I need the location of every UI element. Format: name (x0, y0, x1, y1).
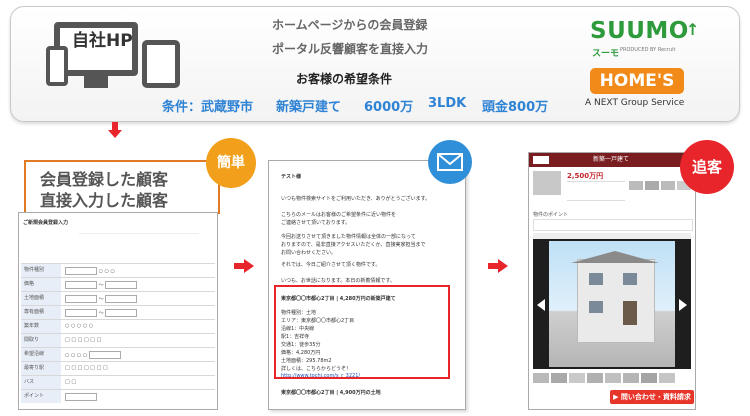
monitor-stand (84, 76, 108, 88)
form-row: 土地面積 〜 (21, 291, 215, 305)
form-row: 価格 〜 (21, 277, 215, 291)
envelope-icon (437, 153, 463, 171)
form-row: 最寄り駅 □ □ □ □ □ □ □ (21, 361, 215, 375)
condition-downpayment: 頭金800万 (482, 100, 549, 115)
cta-arrow-icon: ▶ (613, 393, 621, 401)
form-title: ご新規会員登録入力 (23, 220, 69, 226)
listing-points-label: 物件のポイント (533, 212, 569, 218)
right-arrow-icon (244, 259, 254, 273)
form-input[interactable] (105, 281, 138, 289)
suumo-arrow-icon: ↑ (686, 20, 700, 39)
condition-price: 6000万 (364, 100, 414, 115)
condition-layout: 3LDK (428, 96, 467, 111)
house-photo (549, 241, 675, 367)
listing-photo-strip (629, 181, 691, 201)
listing-thumb (533, 171, 561, 195)
listing-price: 2,500万円 (567, 172, 604, 180)
listing-points-box (533, 219, 693, 231)
email-text: おりますので、是非直接アクセスいただくか、直接実家担当まで (281, 242, 426, 248)
smartphone-icon (46, 46, 68, 86)
registration-form-screenshot: ご新規会員登録入力 物件種別 ○ ○ ○ 価格 〜 土地面積 〜 専有面積 〜 … (18, 212, 218, 410)
form-input[interactable] (105, 295, 138, 303)
condition-type: 新築戸建て (276, 100, 342, 115)
email-text: 今回お送りさせて頂きました物件情報は全体の一部になって (281, 234, 416, 240)
listing-header: 新築一戸建て (529, 153, 695, 167)
house-window (623, 273, 637, 285)
form-row: 希望沿線 ○ ○ ○ ○ (21, 347, 215, 361)
form-input[interactable] (105, 309, 138, 317)
email-text: それでは、今日ご紹介させて頂く物件です。 (281, 262, 381, 268)
down-arrow-stem (112, 122, 118, 130)
registered-customer-box: 会員登録した顧客 直接入力した顧客 (24, 160, 220, 214)
form-notes (79, 233, 199, 248)
form-row: 物件種別 ○ ○ ○ (21, 263, 215, 277)
hp-label: 自社HP (72, 31, 133, 51)
email-highlight-frame (274, 285, 450, 379)
form-input[interactable] (88, 351, 121, 359)
right-arrow-icon (498, 259, 508, 273)
house-door (623, 301, 637, 325)
email-text: お問い合わせください。 (281, 250, 337, 256)
easy-badge: 簡単 (206, 138, 256, 188)
down-arrow-icon (108, 130, 122, 138)
form-row: ポイント (21, 389, 215, 403)
inquiry-button[interactable]: ▶ 問い合わせ・資料請求 (610, 390, 694, 404)
mail-badge (428, 140, 472, 184)
banner-line-1: ホームページからの会員登録 (272, 18, 428, 32)
form-input[interactable] (65, 267, 97, 275)
conditions-title: お客様の希望条件 (296, 72, 393, 86)
follow-up-badge: 追客 (680, 140, 734, 194)
condition-area: 条件：武蔵野市 (162, 100, 254, 115)
listing-header-title: 新築一戸建て (593, 156, 630, 163)
suumo-produced: PRODUCED BY Recruit (620, 47, 676, 53)
form-row: 築年数 ○ ○ ○ ○ ○ (21, 319, 215, 333)
email-greeting: テスト様 (281, 174, 302, 180)
photo-next-icon[interactable] (679, 299, 687, 311)
homes-logo: HOME'S (590, 68, 684, 94)
house-window (589, 301, 603, 313)
photo-prev-icon[interactable] (537, 299, 545, 311)
right-arrow-stem (488, 263, 498, 269)
suumo-logo: SUUMO (590, 18, 689, 44)
right-arrow-stem (234, 263, 244, 269)
form-row: バス □ □ (21, 375, 215, 389)
email-text: こちらのメールはお客様のご希望条件に近い物件を (281, 212, 397, 218)
tablet-icon (142, 40, 180, 88)
inquiry-button-label: 問い合わせ・資料請求 (620, 393, 691, 401)
form-input[interactable] (65, 281, 97, 289)
listing-logo (533, 156, 549, 164)
listing-page-screenshot: 新築一戸建て 2,500万円 物件のポイント (528, 152, 696, 410)
email-text: ご連絡させて頂いております。 (281, 220, 351, 226)
form-input[interactable] (65, 309, 97, 317)
form-input[interactable] (65, 295, 97, 303)
banner-line-2: ポータル反響顧客を直接入力 (272, 42, 429, 56)
suumo-sub: スーモ (592, 49, 620, 59)
listing-spec-table (567, 181, 625, 201)
house-roof (571, 251, 659, 263)
email-footer-listing: 東京都〇〇市都心2丁目 | 4,900万円の土地 (281, 390, 381, 396)
homes-sub: A NEXT Group Service (585, 98, 685, 108)
form-row: 間取り □ □ □ □ □ □ (21, 333, 215, 347)
form-row: 専有面積 〜 (21, 305, 215, 319)
direct-input-label: 直接入力した顧客 (40, 191, 169, 210)
email-text: いつも、お世話になります。本日の新着情報です。 (281, 278, 395, 284)
form-input[interactable] (65, 393, 97, 401)
house-window (589, 273, 603, 285)
email-text: いつも物件検索サイトをご利用いただき、ありがとうございます。 (281, 196, 431, 202)
